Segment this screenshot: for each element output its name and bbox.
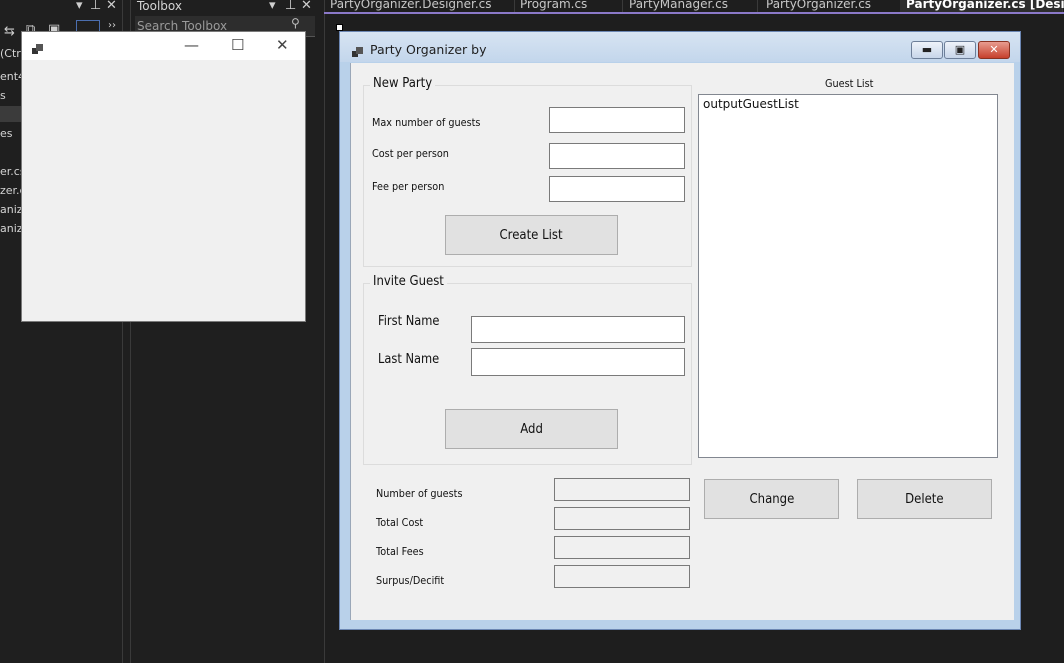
pin-icon[interactable]: ⊥ xyxy=(90,0,101,13)
form-titlebar[interactable]: Party Organizer by ▬ ▣ ✕ xyxy=(340,32,1020,62)
maximize-button[interactable]: ▣ xyxy=(944,41,976,59)
form-client-area: New Party Max number of guests Cost per … xyxy=(350,63,1014,620)
minimize-icon[interactable]: — xyxy=(184,36,199,54)
fee-per-person-input[interactable] xyxy=(549,176,685,202)
maximize-icon[interactable]: ☐ xyxy=(231,36,244,54)
invite-guest-group: Invite Guest First Name Last Name Add xyxy=(363,274,692,465)
max-guests-input[interactable] xyxy=(549,107,685,133)
dropdown-icon[interactable]: ▾ xyxy=(269,0,276,13)
party-organizer-form[interactable]: Party Organizer by ▬ ▣ ✕ New Party Max n… xyxy=(339,31,1021,630)
tab-designer-cs[interactable]: PartyOrganizer.Designer.cs xyxy=(324,0,515,12)
cost-per-person-label: Cost per person xyxy=(372,147,449,160)
last-name-input[interactable] xyxy=(471,348,685,376)
total-cost-label: Total Cost xyxy=(376,516,424,529)
minimize-icon: ▬ xyxy=(921,43,933,56)
tab-program-cs[interactable]: Program.cs xyxy=(514,0,623,12)
invite-guest-title: Invite Guest xyxy=(370,274,447,289)
add-label: Add xyxy=(520,422,543,437)
surplus-deficit-label: Surpus/Decifit xyxy=(376,574,445,587)
close-button[interactable]: ✕ xyxy=(978,41,1010,59)
guest-list-label: Guest List xyxy=(825,77,874,90)
total-fees-label: Total Fees xyxy=(376,545,424,558)
change-label: Change xyxy=(749,492,794,507)
delete-label: Delete xyxy=(905,492,944,507)
guest-list-box[interactable]: outputGuestList xyxy=(698,94,998,458)
total-cost-output xyxy=(554,507,690,530)
tree-item[interactable]: aniz xyxy=(0,222,23,235)
close-icon[interactable]: ✕ xyxy=(276,36,289,54)
create-list-label: Create List xyxy=(499,228,564,243)
tree-item[interactable]: aniz xyxy=(0,203,23,216)
create-list-button[interactable]: Create List xyxy=(445,215,618,255)
change-button[interactable]: Change xyxy=(704,479,839,519)
maximize-icon: ▣ xyxy=(954,43,966,56)
fee-per-person-label: Fee per person xyxy=(372,180,445,193)
add-button[interactable]: Add xyxy=(445,409,618,449)
max-guests-label: Max number of guests xyxy=(372,116,481,129)
pin-icon[interactable]: ⊥ xyxy=(285,0,296,13)
number-of-guests-label: Number of guests xyxy=(376,487,463,500)
back-icon[interactable]: ⇆ xyxy=(4,24,15,39)
number-of-guests-output xyxy=(554,478,690,501)
tree-item[interactable]: es xyxy=(0,127,13,140)
tree-item[interactable]: s xyxy=(0,89,6,102)
tree-item[interactable]: (Ctr xyxy=(0,47,21,60)
toolbox-title: Toolbox xyxy=(137,0,182,13)
form-title: Party Organizer by xyxy=(370,42,487,57)
selection-handle-icon[interactable] xyxy=(336,24,343,31)
cost-per-person-input[interactable] xyxy=(549,143,685,169)
total-fees-output xyxy=(554,536,690,559)
delete-button[interactable]: Delete xyxy=(857,479,992,519)
guest-list-item[interactable]: outputGuestList xyxy=(703,97,799,111)
dropdown-icon[interactable]: ▾ xyxy=(76,0,83,13)
minimize-button[interactable]: ▬ xyxy=(911,41,943,59)
first-name-label: First Name xyxy=(378,314,440,329)
active-tab-underline xyxy=(324,12,1064,14)
first-name-input[interactable] xyxy=(471,316,685,343)
floating-window-titlebar[interactable]: — ☐ ✕ xyxy=(22,32,305,60)
new-party-title: New Party xyxy=(370,76,436,91)
close-icon[interactable]: ✕ xyxy=(301,0,312,13)
search-icon: ⚲ xyxy=(291,16,300,30)
app-icon xyxy=(32,40,43,54)
tab-partyorganizer-design[interactable]: PartyOrganizer.cs [Design] xyxy=(900,0,1064,12)
close-icon[interactable]: ✕ xyxy=(106,0,117,13)
tab-partymanager-cs[interactable]: PartyManager.cs xyxy=(623,0,758,12)
app-icon xyxy=(352,43,363,57)
last-name-label: Last Name xyxy=(378,352,440,367)
tab-partyorganizer-cs[interactable]: PartyOrganizer.cs xyxy=(760,0,905,12)
close-icon: ✕ xyxy=(989,43,999,56)
floating-window[interactable]: — ☐ ✕ xyxy=(21,31,306,322)
new-party-group: New Party Max number of guests Cost per … xyxy=(363,76,692,267)
surplus-deficit-output xyxy=(554,565,690,588)
overflow-icon[interactable]: ›› xyxy=(108,20,116,31)
document-tabs: PartyOrganizer.Designer.cs Program.cs Pa… xyxy=(324,0,1064,12)
